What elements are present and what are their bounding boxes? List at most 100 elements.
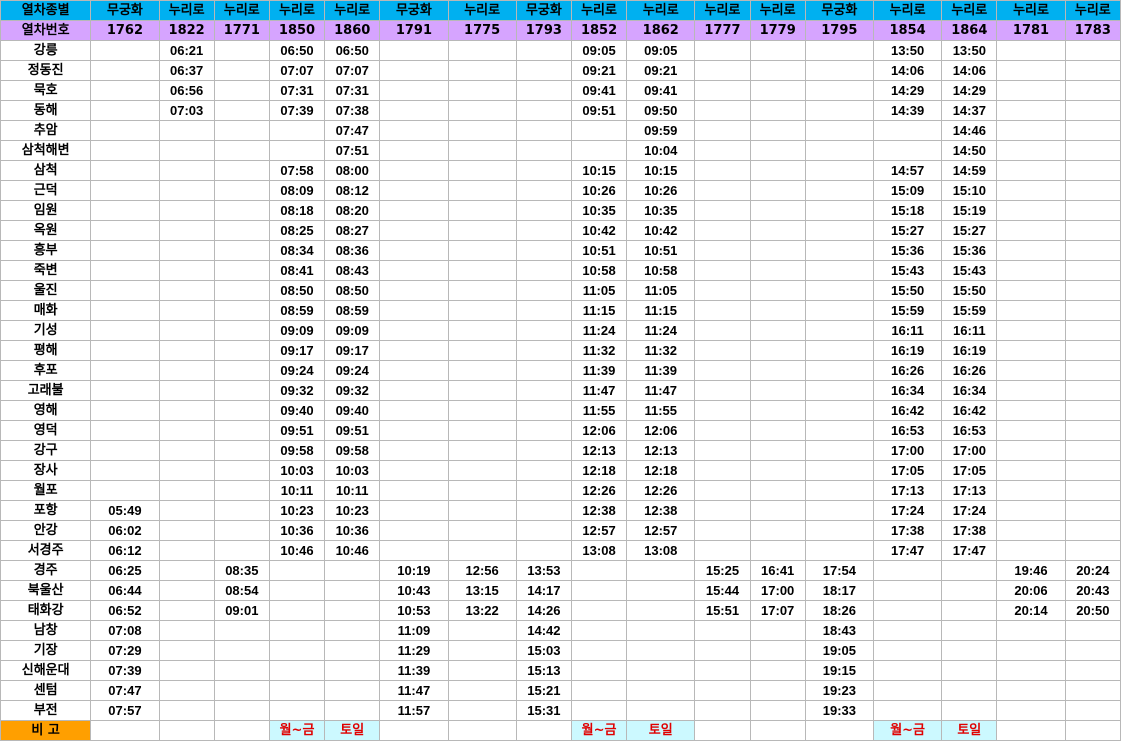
time-cell[interactable] <box>158 500 215 521</box>
time-cell[interactable] <box>996 220 1066 241</box>
time-cell[interactable] <box>213 500 270 521</box>
time-cell[interactable]: 10:04 <box>626 140 696 161</box>
time-cell[interactable] <box>694 500 751 521</box>
time-cell[interactable]: 10:11 <box>324 480 381 501</box>
time-cell[interactable]: 14:29 <box>872 80 943 101</box>
time-cell[interactable]: 05:49 <box>90 500 160 521</box>
time-cell[interactable] <box>1064 460 1122 481</box>
time-cell[interactable] <box>694 700 751 721</box>
station-name-cell[interactable]: 영덕 <box>0 420 92 441</box>
time-cell[interactable] <box>1064 80 1122 101</box>
time-cell[interactable] <box>749 520 806 541</box>
time-cell[interactable] <box>941 560 998 581</box>
time-cell[interactable] <box>213 300 270 321</box>
time-cell[interactable] <box>379 540 449 561</box>
time-cell[interactable] <box>447 100 517 121</box>
time-cell[interactable]: 16:19 <box>941 340 998 361</box>
time-cell[interactable] <box>804 100 874 121</box>
time-cell[interactable] <box>324 660 381 681</box>
time-cell[interactable] <box>694 340 751 361</box>
time-cell[interactable] <box>804 500 874 521</box>
time-cell[interactable]: 10:58 <box>626 260 696 281</box>
time-cell[interactable]: 10:15 <box>570 160 628 181</box>
time-cell[interactable] <box>872 140 943 161</box>
time-cell[interactable] <box>872 120 943 141</box>
time-cell[interactable]: 09:58 <box>268 440 326 461</box>
time-cell[interactable]: 11:32 <box>570 340 628 361</box>
time-cell[interactable] <box>90 340 160 361</box>
time-cell[interactable] <box>996 300 1066 321</box>
time-cell[interactable] <box>379 340 449 361</box>
time-cell[interactable] <box>515 280 572 301</box>
time-cell[interactable]: 09:17 <box>268 340 326 361</box>
time-cell[interactable]: 06:44 <box>90 580 160 601</box>
station-name-cell[interactable]: 흥부 <box>0 240 92 261</box>
time-cell[interactable] <box>447 200 517 221</box>
time-cell[interactable]: 08:20 <box>324 200 381 221</box>
time-cell[interactable]: 14:29 <box>941 80 998 101</box>
time-cell[interactable] <box>324 580 381 601</box>
time-cell[interactable]: 15:19 <box>941 200 998 221</box>
time-cell[interactable] <box>268 680 326 701</box>
time-cell[interactable] <box>379 220 449 241</box>
train-number-cell[interactable]: 1852 <box>570 20 628 41</box>
time-cell[interactable] <box>804 60 874 81</box>
time-cell[interactable]: 06:50 <box>268 40 326 61</box>
time-cell[interactable] <box>1064 220 1122 241</box>
time-cell[interactable]: 17:00 <box>872 440 943 461</box>
train-number-cell[interactable]: 1771 <box>213 20 270 41</box>
time-cell[interactable]: 15:10 <box>941 180 998 201</box>
time-cell[interactable]: 07:39 <box>268 100 326 121</box>
station-name-cell[interactable]: 장사 <box>0 460 92 481</box>
time-cell[interactable] <box>379 380 449 401</box>
time-cell[interactable] <box>158 140 215 161</box>
time-cell[interactable] <box>804 360 874 381</box>
time-cell[interactable]: 08:12 <box>324 180 381 201</box>
time-cell[interactable] <box>749 680 806 701</box>
time-cell[interactable] <box>515 440 572 461</box>
station-name-cell[interactable]: 평해 <box>0 340 92 361</box>
time-cell[interactable]: 17:05 <box>941 460 998 481</box>
time-cell[interactable] <box>996 80 1066 101</box>
time-cell[interactable]: 17:05 <box>872 460 943 481</box>
time-cell[interactable] <box>90 420 160 441</box>
time-cell[interactable] <box>996 440 1066 461</box>
time-cell[interactable] <box>1064 140 1122 161</box>
time-cell[interactable]: 09:09 <box>268 320 326 341</box>
time-cell[interactable]: 15:43 <box>872 260 943 281</box>
time-cell[interactable] <box>213 620 270 641</box>
time-cell[interactable] <box>379 40 449 61</box>
time-cell[interactable] <box>447 320 517 341</box>
time-cell[interactable] <box>447 260 517 281</box>
time-cell[interactable] <box>379 420 449 441</box>
time-cell[interactable] <box>694 420 751 441</box>
time-cell[interactable] <box>804 260 874 281</box>
train-type-cell[interactable]: 누리로 <box>570 0 628 21</box>
time-cell[interactable]: 09:59 <box>626 120 696 141</box>
time-cell[interactable]: 14:50 <box>941 140 998 161</box>
time-cell[interactable]: 09:51 <box>570 100 628 121</box>
time-cell[interactable] <box>379 440 449 461</box>
time-cell[interactable] <box>804 440 874 461</box>
time-cell[interactable] <box>749 140 806 161</box>
time-cell[interactable]: 08:35 <box>213 560 270 581</box>
time-cell[interactable] <box>872 620 943 641</box>
time-cell[interactable] <box>996 180 1066 201</box>
time-cell[interactable] <box>90 80 160 101</box>
time-cell[interactable] <box>694 660 751 681</box>
time-cell[interactable] <box>213 60 270 81</box>
time-cell[interactable] <box>872 600 943 621</box>
time-cell[interactable] <box>996 340 1066 361</box>
time-cell[interactable] <box>379 320 449 341</box>
time-cell[interactable] <box>324 680 381 701</box>
time-cell[interactable] <box>749 120 806 141</box>
time-cell[interactable] <box>872 660 943 681</box>
time-cell[interactable]: 20:50 <box>1064 600 1122 621</box>
time-cell[interactable]: 08:18 <box>268 200 326 221</box>
train-type-header-label[interactable]: 열차종별 <box>0 0 92 21</box>
time-cell[interactable] <box>447 480 517 501</box>
time-cell[interactable] <box>379 100 449 121</box>
time-cell[interactable] <box>570 700 628 721</box>
time-cell[interactable]: 08:09 <box>268 180 326 201</box>
time-cell[interactable] <box>158 360 215 381</box>
